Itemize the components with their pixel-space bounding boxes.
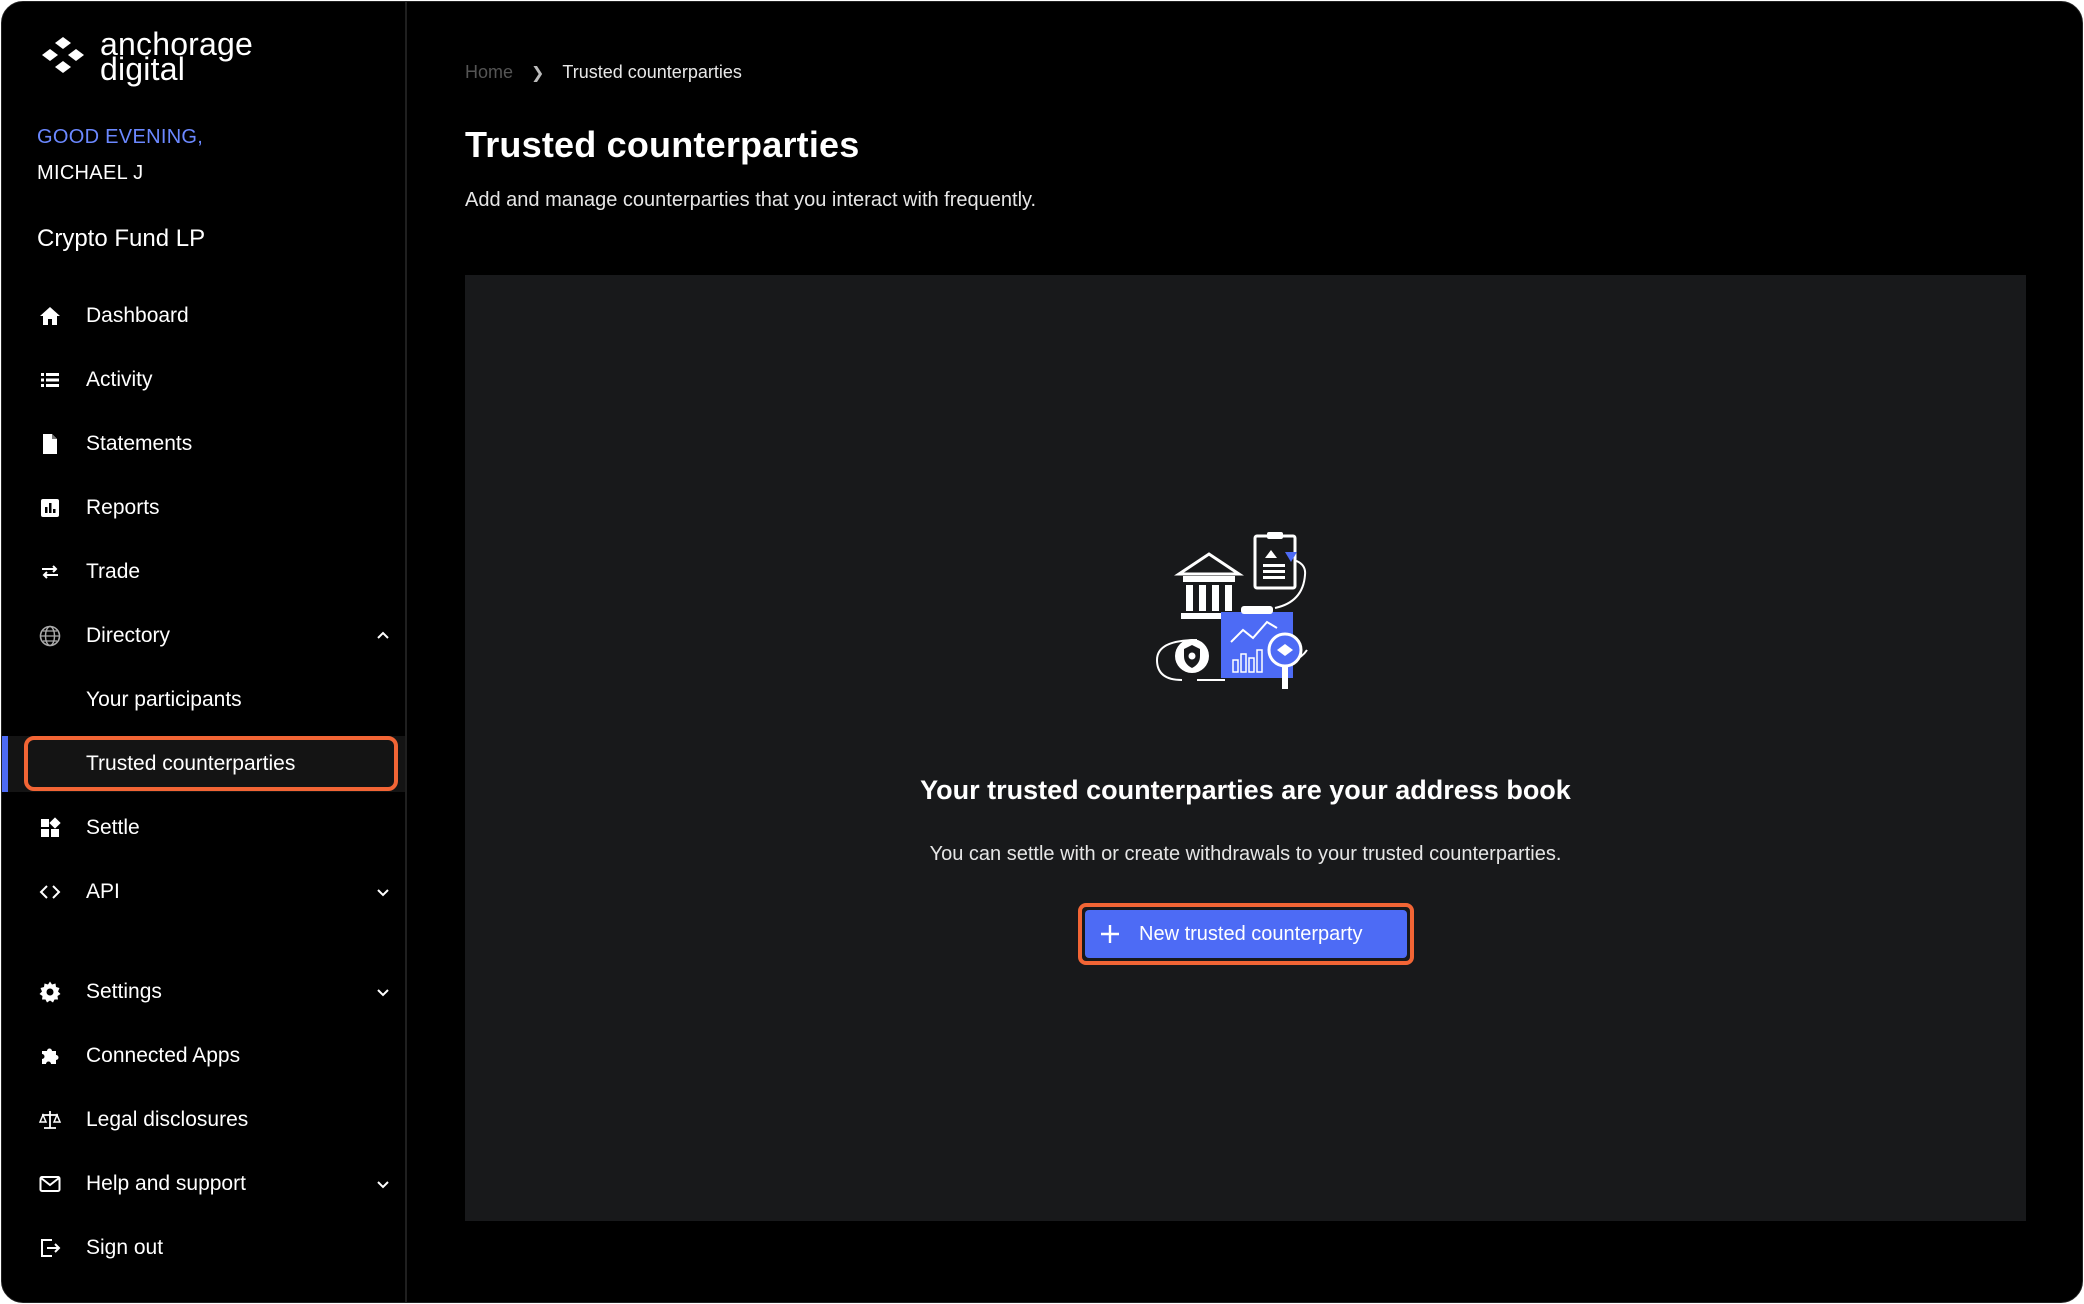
sidebar-item-legal-disclosures[interactable]: Legal disclosures <box>2 1092 405 1148</box>
brand-logo[interactable]: anchorage digital <box>38 28 253 85</box>
sidebar-item-label: Sign out <box>86 1236 164 1259</box>
list-icon <box>38 368 62 392</box>
page-subtitle: Add and manage counterparties that you i… <box>465 189 1037 211</box>
page-title: Trusted counterparties <box>465 124 860 165</box>
chevron-down-icon[interactable] <box>374 1175 392 1193</box>
sidebar-item-reports[interactable]: Reports <box>2 480 405 536</box>
breadcrumb-current: Trusted counterparties <box>562 62 742 82</box>
empty-state-panel: Your trusted counterparties are your add… <box>465 275 2026 1221</box>
sign-out-icon <box>38 1236 62 1260</box>
app-window: anchorage digital GOOD EVENING, MICHAEL … <box>1 1 2083 1303</box>
gear-icon <box>38 980 62 1004</box>
grid-icon <box>38 816 62 840</box>
sidebar-item-label: Settings <box>86 980 162 1003</box>
new-trusted-counterparty-button[interactable]: New trusted counterparty <box>1085 910 1407 958</box>
empty-state-subtitle: You can settle with or create withdrawal… <box>929 843 1562 865</box>
greeting: GOOD EVENING, <box>37 126 204 148</box>
home-icon <box>38 304 62 328</box>
address-book-illustration-icon <box>1155 532 1308 689</box>
brand-wordmark: anchorage digital <box>100 28 253 85</box>
plus-icon <box>1101 925 1119 943</box>
breadcrumb: Home ❯ Trusted counterparties <box>465 62 742 83</box>
sidebar-item-label: Dashboard <box>86 304 189 327</box>
breadcrumb-home-link[interactable]: Home <box>465 62 513 83</box>
code-icon <box>38 880 62 904</box>
chevron-down-icon[interactable] <box>374 883 392 901</box>
sidebar-item-statements[interactable]: Statements <box>2 416 405 472</box>
sidebar-item-label: Trusted counterparties <box>86 752 296 775</box>
button-label: New trusted counterparty <box>1139 922 1363 945</box>
sidebar-item-label: Activity <box>86 368 153 391</box>
empty-state-title: Your trusted counterparties are your add… <box>920 775 1571 805</box>
user-name: MICHAEL J <box>37 162 144 184</box>
sidebar-item-label: Trade <box>86 560 141 583</box>
scales-icon <box>38 1108 62 1132</box>
sidebar-item-label: Reports <box>86 496 160 519</box>
sidebar-item-label: API <box>86 880 120 903</box>
sidebar-item-label: Your participants <box>86 688 242 711</box>
document-icon <box>38 432 62 456</box>
sidebar-item-label: Legal disclosures <box>86 1108 249 1131</box>
sidebar-item-label: Settle <box>86 816 140 839</box>
sidebar-item-connected-apps[interactable]: Connected Apps <box>2 1028 405 1084</box>
main-content: Home ❯ Trusted counterparties Trusted co… <box>409 2 2082 1302</box>
sidebar-item-activity[interactable]: Activity <box>2 352 405 408</box>
sidebar-item-your-participants[interactable]: Your participants <box>2 672 405 728</box>
sidebar-item-label: Directory <box>86 624 171 647</box>
sidebar-item-settle[interactable]: Settle <box>2 800 405 856</box>
sidebar-item-dashboard[interactable]: Dashboard <box>2 288 405 344</box>
highlight-annotation-button: New trusted counterparty <box>1078 903 1414 965</box>
sidebar-item-directory[interactable]: Directory <box>2 608 405 664</box>
sidebar-item-trade[interactable]: Trade <box>2 544 405 600</box>
chevron-right-icon: ❯ <box>531 64 545 82</box>
bar-chart-icon <box>38 496 62 520</box>
sidebar-item-help-and-support[interactable]: Help and support <box>2 1156 405 1212</box>
anchorage-logo-icon <box>42 37 84 73</box>
globe-icon <box>38 624 62 648</box>
sidebar-item-sign-out[interactable]: Sign out <box>2 1220 405 1276</box>
puzzle-icon <box>38 1044 62 1068</box>
sidebar-item-trusted-counterparties[interactable]: Trusted counterparties <box>2 736 405 792</box>
mail-icon <box>38 1172 62 1196</box>
sidebar-item-label: Help and support <box>86 1172 246 1195</box>
sidebar-item-api[interactable]: API <box>2 864 405 920</box>
sidebar-item-settings[interactable]: Settings <box>2 964 405 1020</box>
organization-name[interactable]: Crypto Fund LP <box>37 225 205 253</box>
swap-arrows-icon <box>38 560 62 584</box>
sidebar-item-label: Statements <box>86 432 193 455</box>
sidebar-item-label: Connected Apps <box>86 1044 241 1067</box>
chevron-up-icon[interactable] <box>374 627 392 645</box>
sidebar: anchorage digital GOOD EVENING, MICHAEL … <box>2 2 407 1302</box>
chevron-down-icon[interactable] <box>374 983 392 1001</box>
